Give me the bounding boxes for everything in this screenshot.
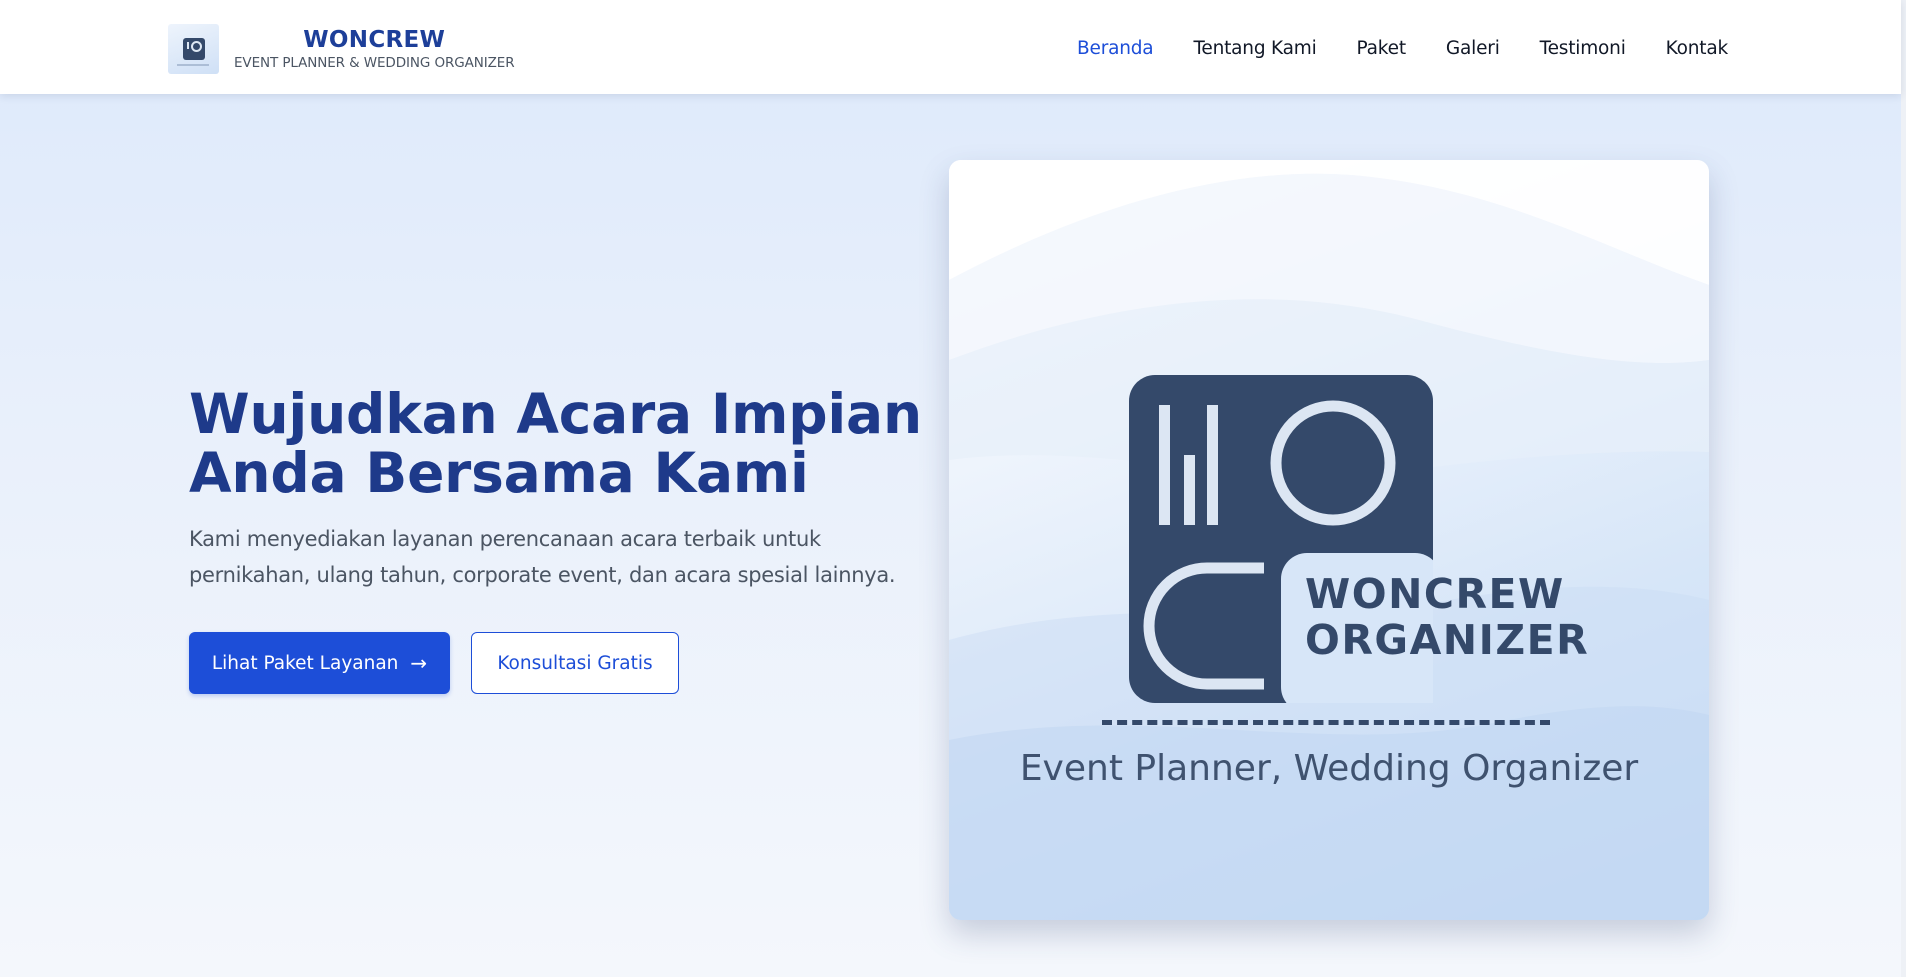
nav-link-kontak[interactable]: Kontak: [1666, 36, 1729, 62]
hero-title: Wujudkan Acara Impian Anda Bersama Kami: [189, 385, 929, 503]
logo-word-line-1: WONCREW: [1305, 570, 1565, 618]
view-packages-label: Lihat Paket Layanan: [211, 652, 399, 674]
nav-link-paket[interactable]: Paket: [1357, 36, 1407, 62]
hero-title-line-2: Anda Bersama Kami: [189, 441, 809, 505]
brand-link[interactable]: WONCREW EVENT PLANNER & WEDDING ORGANIZE…: [168, 24, 515, 74]
brand-logo: [168, 24, 219, 74]
main-nav: Beranda Tentang Kami Paket Galeri Testim…: [1037, 36, 1728, 62]
view-packages-button[interactable]: Lihat Paket Layanan →: [189, 632, 450, 694]
hero-title-line-1: Wujudkan Acara Impian: [189, 382, 922, 446]
brand-name: WONCREW: [303, 27, 446, 53]
hero-actions: Lihat Paket Layanan → Konsultasi Gratis: [189, 632, 929, 694]
logo-mark-icon: [182, 38, 205, 60]
hero-description: Kami menyediakan layanan perencanaan aca…: [189, 527, 896, 587]
nav-link-galeri[interactable]: Galeri: [1446, 36, 1500, 62]
site-header: WONCREW EVENT PLANNER & WEDDING ORGANIZE…: [0, 0, 1901, 94]
nav-link-tentang-kami[interactable]: Tentang Kami: [1193, 36, 1316, 62]
free-consultation-label: Konsultasi Gratis: [497, 652, 653, 674]
nav-link-beranda[interactable]: Beranda: [1077, 36, 1154, 62]
nav-link-testimoni[interactable]: Testimoni: [1540, 36, 1626, 62]
logo-dashed-divider: [1102, 720, 1550, 725]
logo-subtitle: Event Planner, Wedding Organizer: [1019, 748, 1639, 789]
page: WONCREW EVENT PLANNER & WEDDING ORGANIZE…: [0, 0, 1906, 977]
page-scrollbar[interactable]: [1901, 0, 1906, 977]
free-consultation-button[interactable]: Konsultasi Gratis: [471, 632, 679, 694]
arrow-right-icon: →: [410, 651, 428, 675]
brand-tagline: EVENT PLANNER & WEDDING ORGANIZER: [234, 55, 515, 71]
hero-image: WONCREW ORGANIZER Event Planner, Wedding…: [949, 160, 1709, 920]
brand-text: WONCREW EVENT PLANNER & WEDDING ORGANIZE…: [234, 26, 515, 72]
hero-content: Wujudkan Acara Impian Anda Bersama Kami …: [189, 385, 929, 694]
logo-word-line-2: ORGANIZER: [1305, 616, 1590, 664]
